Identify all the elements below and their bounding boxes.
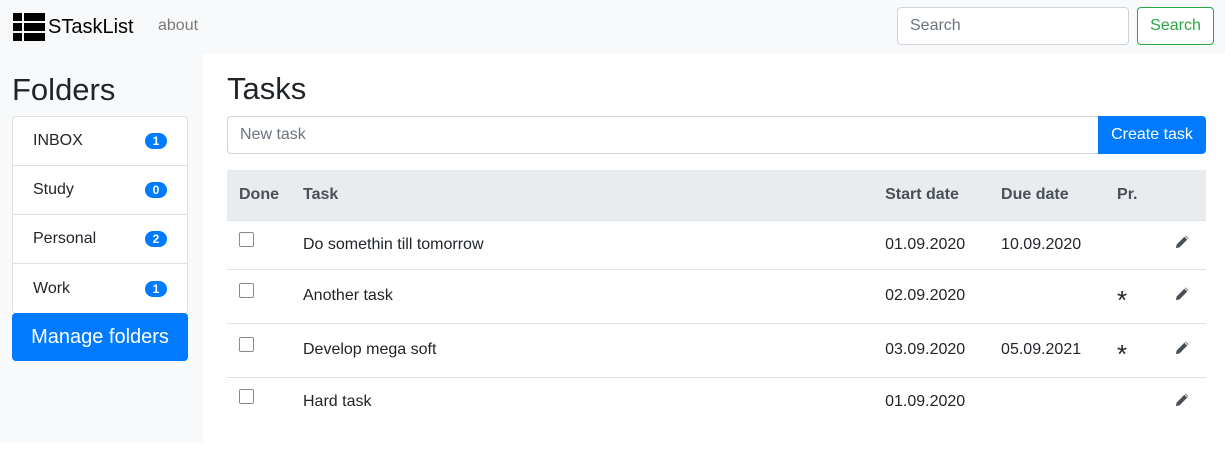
- folder-item-personal[interactable]: Personal 2: [13, 215, 187, 264]
- folder-item-work[interactable]: Work 1: [13, 264, 187, 313]
- done-cell: [227, 269, 291, 324]
- navbar: STaskList about Search: [0, 0, 1225, 54]
- done-checkbox[interactable]: [239, 389, 254, 405]
- pencil-icon[interactable]: [1175, 235, 1189, 249]
- new-task-input[interactable]: [227, 116, 1099, 154]
- actions-cell: [1163, 377, 1206, 427]
- task-name[interactable]: Develop mega soft: [291, 323, 874, 378]
- brand-name: STaskList: [48, 15, 134, 38]
- start-date: 02.09.2020: [873, 269, 990, 324]
- task-name[interactable]: Do somethin till tomorrow: [291, 220, 874, 270]
- folder-label: Study: [33, 181, 74, 198]
- column-header-due-date: Due date: [989, 170, 1106, 221]
- folders-sidebar: Folders INBOX 1 Study 0 Personal 2 Work …: [0, 54, 203, 442]
- tasks-table: Done Task Start date Due date Pr. Do som…: [227, 170, 1206, 427]
- table-row: Develop mega soft 03.09.2020 05.09.2021 …: [227, 323, 1206, 382]
- brand-link[interactable]: STaskList: [13, 12, 134, 42]
- due-date: 10.09.2020: [989, 220, 1106, 270]
- folder-label: Work: [33, 279, 71, 297]
- folder-count-badge: 2: [145, 231, 167, 247]
- column-header-task: Task: [291, 170, 874, 221]
- priority-marker: [1105, 224, 1163, 274]
- task-name[interactable]: Hard task: [291, 377, 873, 427]
- folder-item-study[interactable]: Study 0: [13, 166, 187, 215]
- priority-marker: *: [1105, 273, 1163, 328]
- table-row: Do somethin till tomorrow 01.09.2020 10.…: [227, 220, 1206, 274]
- pencil-icon[interactable]: [1175, 341, 1189, 355]
- folders-heading: Folders: [12, 72, 116, 107]
- actions-cell: [1162, 220, 1206, 270]
- done-checkbox[interactable]: [239, 337, 254, 352]
- table-row: Another task 02.09.2020 *: [227, 269, 1206, 328]
- folder-count-badge: 1: [145, 133, 167, 149]
- done-checkbox[interactable]: [239, 231, 254, 247]
- column-header-priority: Pr.: [1105, 170, 1163, 221]
- column-header-actions: [1162, 170, 1206, 221]
- actions-cell: [1162, 269, 1206, 324]
- folder-count-badge: 0: [145, 182, 167, 198]
- priority-marker: *: [1105, 327, 1163, 382]
- due-date: 05.09.2021: [989, 323, 1106, 378]
- column-header-start-date: Start date: [873, 170, 990, 221]
- start-date: 01.09.2020: [885, 393, 966, 411]
- due-date: [989, 269, 1106, 324]
- done-checkbox[interactable]: [239, 283, 254, 298]
- folder-count-badge: 1: [145, 280, 167, 297]
- search-button[interactable]: Search: [1137, 7, 1214, 45]
- column-header-done: Done: [227, 170, 291, 221]
- search-input[interactable]: [897, 7, 1129, 45]
- table-row: Hard task 01.09.2020: [227, 377, 1206, 427]
- create-task-button[interactable]: Create task: [1098, 116, 1206, 154]
- folder-item-inbox[interactable]: INBOX 1: [13, 117, 187, 166]
- start-date: 01.09.2020: [873, 220, 990, 270]
- task-name[interactable]: Another task: [291, 269, 874, 324]
- nav-link-about[interactable]: about: [158, 17, 198, 35]
- folder-label: INBOX: [33, 132, 83, 149]
- pencil-icon[interactable]: [1175, 287, 1189, 301]
- list-icon: [13, 13, 45, 41]
- start-date: 03.09.2020: [873, 323, 990, 378]
- done-cell: [227, 220, 291, 270]
- manage-folders-button[interactable]: Manage folders: [12, 313, 188, 361]
- due-date: [989, 377, 1105, 427]
- priority-marker: [1105, 381, 1163, 431]
- folder-list: INBOX 1 Study 0 Personal 2 Work 1: [12, 116, 188, 314]
- done-cell: [227, 323, 291, 378]
- table-header-row: Done Task Start date Due date Pr.: [227, 170, 1206, 221]
- done-cell: [227, 377, 291, 427]
- tasks-heading: Tasks: [227, 71, 307, 106]
- actions-cell: [1162, 323, 1206, 378]
- pencil-icon[interactable]: [1175, 393, 1189, 407]
- folder-label: Personal: [33, 230, 97, 247]
